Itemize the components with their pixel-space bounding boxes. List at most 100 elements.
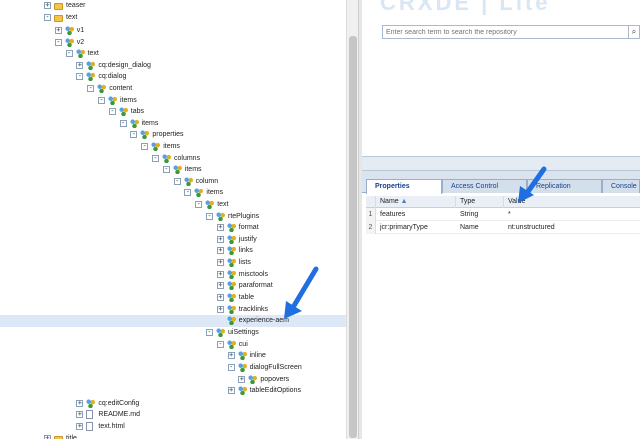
node-icon bbox=[226, 281, 236, 290]
collapse-icon[interactable]: - bbox=[130, 131, 138, 138]
tree-node[interactable]: - tabs bbox=[0, 106, 346, 118]
scrollbar-thumb[interactable] bbox=[349, 36, 357, 438]
tree-node-label: items bbox=[163, 143, 180, 150]
collapse-icon[interactable]: - bbox=[162, 166, 170, 173]
tree-node[interactable]: + teaser bbox=[0, 0, 346, 12]
expand-icon[interactable]: + bbox=[227, 387, 235, 394]
tree-node[interactable]: + inline bbox=[0, 350, 346, 362]
node-icon bbox=[86, 61, 96, 70]
node-icon bbox=[194, 188, 204, 197]
tree-node[interactable]: - items bbox=[0, 164, 346, 176]
expand-icon[interactable]: + bbox=[216, 259, 224, 266]
expand-icon[interactable]: + bbox=[44, 435, 51, 439]
tree-node[interactable]: - items bbox=[0, 187, 346, 199]
tree-node[interactable]: + title bbox=[0, 433, 346, 439]
expand-icon[interactable]: + bbox=[216, 247, 224, 254]
tree-node[interactable]: - text bbox=[0, 48, 346, 60]
tree-node-label: lists bbox=[238, 259, 251, 266]
collapse-icon[interactable]: - bbox=[44, 14, 51, 21]
search-icon[interactable]: ⌕ bbox=[628, 26, 639, 38]
expand-icon[interactable]: + bbox=[216, 294, 224, 301]
node-icon bbox=[237, 386, 247, 395]
collapse-icon[interactable]: - bbox=[173, 178, 181, 185]
node-icon bbox=[172, 165, 182, 174]
tree-node[interactable]: + tableEditOptions bbox=[0, 385, 346, 397]
tree-node[interactable]: + v1 bbox=[0, 25, 346, 37]
tree-node-label: links bbox=[238, 247, 253, 254]
tree-node[interactable]: + links bbox=[0, 245, 346, 257]
tree-node-label: text bbox=[87, 50, 99, 57]
sort-asc-icon: ▲ bbox=[400, 198, 408, 205]
expand-icon[interactable]: + bbox=[76, 423, 84, 430]
collapse-icon[interactable]: - bbox=[141, 143, 149, 150]
tab-console[interactable]: Console bbox=[602, 179, 640, 193]
header-name[interactable]: Name ▲ bbox=[376, 196, 456, 208]
node-icon bbox=[226, 223, 236, 232]
header-rownum bbox=[366, 196, 376, 208]
expand-icon[interactable]: + bbox=[238, 376, 246, 383]
expand-icon[interactable]: + bbox=[216, 282, 224, 289]
tree-node-label: properties bbox=[152, 131, 184, 138]
tree-node-label: tabs bbox=[130, 108, 145, 115]
collapse-icon[interactable]: - bbox=[195, 201, 203, 208]
tree-node[interactable]: - items bbox=[0, 141, 346, 153]
node-icon bbox=[226, 340, 236, 349]
collapse-icon[interactable]: - bbox=[76, 73, 84, 80]
collapse-icon[interactable]: - bbox=[184, 189, 192, 196]
collapse-icon[interactable]: - bbox=[119, 120, 127, 127]
expand-icon[interactable]: + bbox=[76, 400, 84, 407]
tree-node[interactable]: - uiSettings bbox=[0, 327, 346, 339]
app-logo: CRXDE | Lite bbox=[380, 0, 551, 15]
tree-node[interactable]: - content bbox=[0, 83, 346, 95]
expand-icon[interactable]: + bbox=[76, 62, 84, 69]
tree-node[interactable]: - properties bbox=[0, 129, 346, 141]
expand-icon[interactable]: + bbox=[216, 224, 224, 231]
tree-node[interactable]: - text bbox=[0, 12, 346, 24]
tree-node-label: inline bbox=[249, 352, 266, 359]
tree-node[interactable]: + format bbox=[0, 222, 346, 234]
tree-scrollbar[interactable] bbox=[346, 0, 358, 439]
collapse-icon[interactable]: - bbox=[54, 39, 62, 46]
expand-icon[interactable]: + bbox=[44, 2, 51, 9]
expand-icon[interactable]: + bbox=[216, 271, 224, 278]
tree-node-label: format bbox=[238, 224, 259, 231]
expand-icon[interactable]: + bbox=[54, 27, 62, 34]
collapse-icon[interactable]: - bbox=[206, 329, 213, 336]
folder-icon bbox=[54, 3, 63, 10]
collapse-icon[interactable]: - bbox=[87, 85, 95, 92]
table-row[interactable]: 1 features String * bbox=[366, 208, 640, 221]
tree-node-label: cq:dialog bbox=[98, 73, 127, 80]
search-input[interactable] bbox=[386, 27, 626, 38]
node-icon bbox=[118, 107, 128, 116]
pane-divider[interactable] bbox=[358, 0, 362, 439]
collapse-icon[interactable]: - bbox=[227, 364, 235, 371]
row-number: 2 bbox=[366, 221, 376, 234]
tree-node[interactable]: - text bbox=[0, 199, 346, 211]
tree-node[interactable]: + README.md bbox=[0, 409, 346, 421]
collapse-icon[interactable]: - bbox=[206, 213, 213, 220]
node-icon bbox=[140, 130, 150, 139]
repository-tree: + teaser - text + v1- v2- text + cq:design_dialog… bbox=[0, 0, 358, 439]
tab-access-control[interactable]: Access Control bbox=[442, 179, 527, 193]
collapse-icon[interactable]: - bbox=[108, 108, 116, 115]
collapse-icon[interactable]: - bbox=[65, 50, 73, 57]
collapse-icon[interactable]: - bbox=[152, 155, 159, 162]
tree-node[interactable]: - dialogFullScreen bbox=[0, 362, 346, 374]
tree-node-label: table bbox=[238, 294, 254, 301]
expand-icon[interactable]: + bbox=[216, 306, 224, 313]
cell-name: jcr:primaryType bbox=[380, 224, 428, 231]
tree-node[interactable]: + text.html bbox=[0, 421, 346, 433]
collapse-icon[interactable]: - bbox=[98, 97, 105, 104]
expand-icon[interactable]: + bbox=[227, 352, 235, 359]
horizontal-splitter[interactable] bbox=[362, 156, 640, 171]
header-type[interactable]: Type bbox=[456, 196, 504, 208]
table-row[interactable]: 2 jcr:primaryType Name nt:unstructured bbox=[366, 221, 640, 234]
collapse-icon[interactable]: - bbox=[216, 341, 224, 348]
node-icon bbox=[151, 142, 161, 151]
tab-properties[interactable]: Properties bbox=[366, 179, 442, 194]
tree-node-label: text bbox=[217, 201, 229, 208]
expand-icon[interactable]: + bbox=[216, 236, 224, 243]
tree-node[interactable]: - cq:dialog bbox=[0, 71, 346, 83]
expand-icon[interactable]: + bbox=[76, 411, 84, 418]
node-icon bbox=[108, 96, 117, 105]
